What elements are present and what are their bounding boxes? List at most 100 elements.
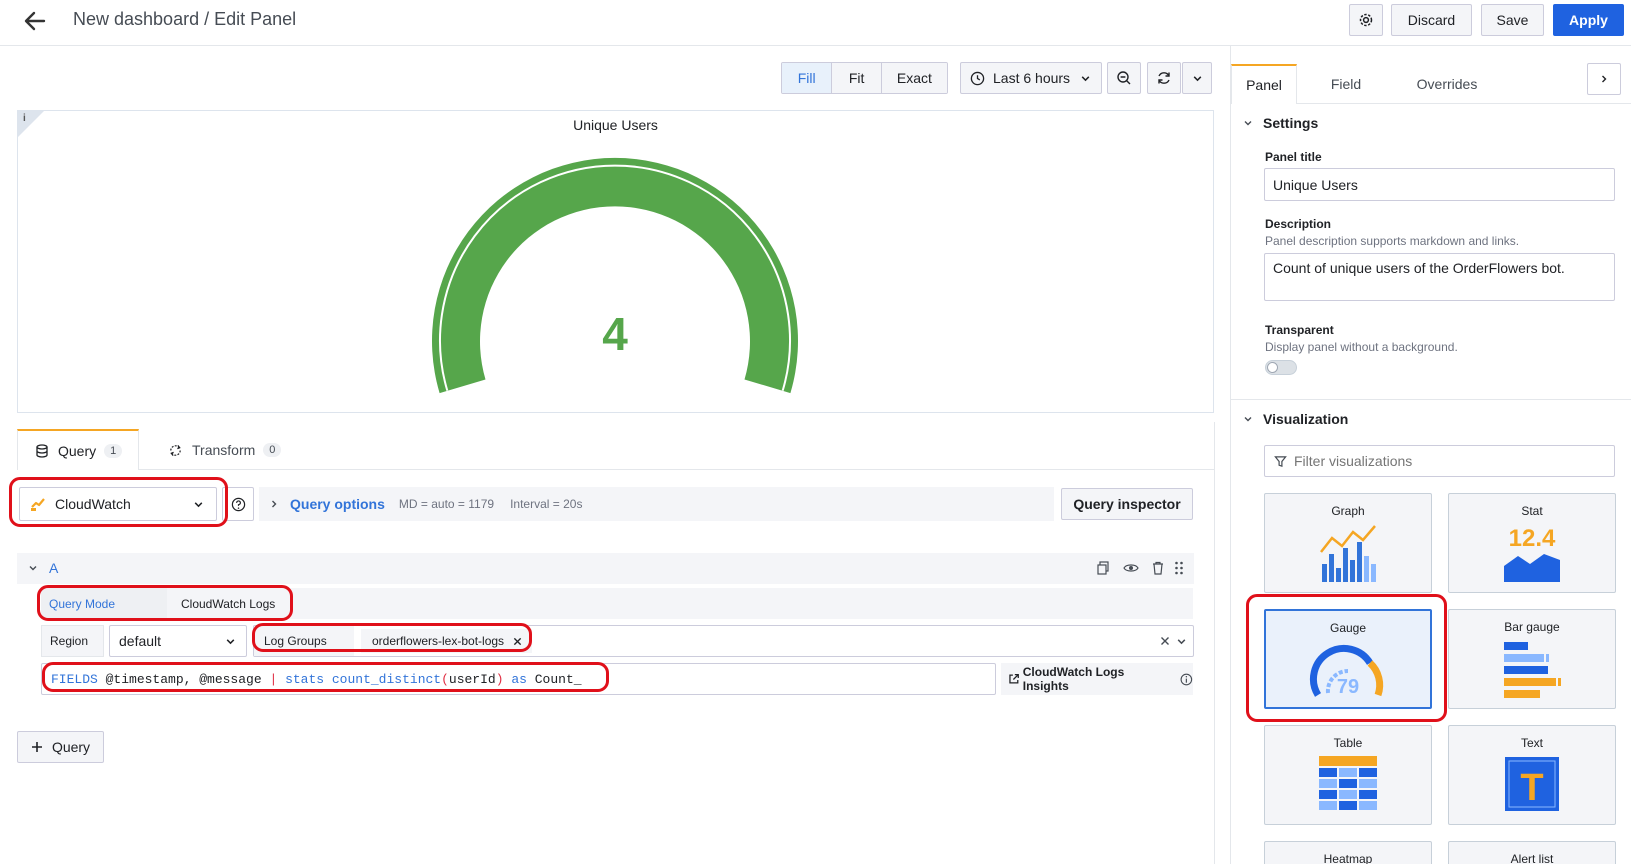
cloudwatch-insights-link[interactable]: CloudWatch Logs Insights bbox=[1001, 663, 1193, 695]
log-group-tag[interactable]: orderflowers-lex-bot-logs bbox=[361, 629, 533, 653]
dashboard-settings-button[interactable] bbox=[1349, 4, 1383, 36]
clear-icon[interactable] bbox=[1160, 636, 1170, 646]
gauge-viz-sample: 79 bbox=[1337, 676, 1359, 698]
tab-transform-count: 0 bbox=[263, 443, 282, 457]
chevron-right-icon bbox=[272, 500, 277, 508]
description-hint: Panel description supports markdown and … bbox=[1265, 234, 1520, 248]
viz-table-label: Table bbox=[1333, 736, 1363, 750]
settings-section-title[interactable]: Settings bbox=[1263, 115, 1318, 131]
query-options-bar[interactable]: Query options MD = auto = 1179 Interval … bbox=[259, 487, 1054, 521]
refresh-interval-dropdown[interactable] bbox=[1182, 62, 1212, 94]
viz-gauge-label: Gauge bbox=[1329, 621, 1367, 635]
discard-button[interactable]: Discard bbox=[1391, 4, 1472, 36]
viz-text[interactable]: Text T bbox=[1448, 725, 1616, 825]
duplicate-query-icon[interactable] bbox=[1096, 561, 1110, 575]
viz-graph-label: Graph bbox=[1331, 504, 1365, 518]
viz-gauge[interactable]: Gauge 79 bbox=[1264, 609, 1432, 709]
tab-panel[interactable]: Panel bbox=[1231, 64, 1297, 104]
description-textarea[interactable]: Count of unique users of the OrderFlower… bbox=[1264, 253, 1615, 301]
visualization-section-title[interactable]: Visualization bbox=[1263, 411, 1348, 427]
filter-visualizations[interactable] bbox=[1264, 445, 1615, 477]
trash-icon[interactable] bbox=[1151, 561, 1165, 575]
chevron-down-icon[interactable] bbox=[1243, 414, 1253, 424]
datasource-help-button[interactable] bbox=[222, 487, 254, 521]
zoom-out-button[interactable] bbox=[1107, 62, 1141, 94]
options-divider bbox=[1231, 399, 1631, 400]
editor-divider bbox=[1214, 422, 1215, 864]
description-label: Description bbox=[1265, 217, 1332, 231]
viz-table[interactable]: Table bbox=[1264, 725, 1432, 825]
viz-heatmap[interactable]: Heatmap bbox=[1264, 841, 1432, 864]
refresh-icon bbox=[1158, 72, 1170, 84]
display-mode-group: Fill Fit Exact bbox=[781, 62, 948, 94]
eye-icon[interactable] bbox=[1123, 561, 1139, 575]
database-icon bbox=[36, 443, 48, 458]
datasource-name: CloudWatch bbox=[55, 496, 131, 512]
viz-graph[interactable]: Graph bbox=[1264, 493, 1432, 593]
help-icon bbox=[231, 497, 245, 511]
toggle-knob bbox=[1267, 362, 1278, 373]
region-select[interactable]: default bbox=[109, 625, 247, 657]
display-mode-fill[interactable]: Fill bbox=[782, 63, 833, 93]
query-keyword-as: as bbox=[503, 671, 527, 687]
stat-viz-icon: 12.4 bbox=[1504, 525, 1560, 582]
query-text-field-name: userId bbox=[448, 671, 496, 687]
bar-gauge-viz-icon bbox=[1504, 642, 1561, 698]
info-circle-icon bbox=[1180, 673, 1193, 685]
tab-query[interactable]: Query 1 bbox=[17, 429, 139, 470]
filter-icon bbox=[1274, 455, 1287, 467]
viz-alert-list[interactable]: Alert list bbox=[1448, 841, 1616, 864]
panel-preview-title: Unique Users bbox=[573, 117, 658, 133]
drag-handle-icon[interactable] bbox=[1174, 561, 1184, 575]
save-button[interactable]: Save bbox=[1481, 4, 1544, 36]
stat-viz-sample: 12.4 bbox=[1509, 525, 1556, 552]
chevron-down-icon[interactable] bbox=[1176, 636, 1187, 647]
chevron-down-icon[interactable] bbox=[1243, 118, 1253, 128]
viz-stat-label: Stat bbox=[1521, 504, 1543, 518]
back-arrow-icon[interactable] bbox=[22, 8, 48, 34]
collapse-options-button[interactable] bbox=[1587, 63, 1621, 95]
gear-icon bbox=[1359, 13, 1373, 27]
tab-query-label: Query bbox=[58, 442, 97, 459]
chevron-right-icon bbox=[1602, 75, 1607, 83]
gauge-value: 4 bbox=[602, 308, 628, 360]
chevron-down-icon bbox=[1193, 75, 1201, 81]
query-options-interval: Interval = 20s bbox=[510, 497, 583, 511]
cloudwatch-icon bbox=[31, 498, 45, 511]
query-mode-value[interactable]: CloudWatch Logs bbox=[170, 588, 290, 619]
query-keyword-stats: stats count_distinct bbox=[277, 671, 442, 687]
query-inspector-button[interactable]: Query inspector bbox=[1061, 488, 1193, 520]
query-ref-id[interactable]: A bbox=[49, 560, 58, 576]
viz-bar-gauge[interactable]: Bar gauge bbox=[1448, 609, 1616, 709]
time-range-picker[interactable]: Last 6 hours bbox=[960, 62, 1102, 94]
viz-stat[interactable]: Stat 12.4 bbox=[1448, 493, 1616, 593]
query-options-md: MD = auto = 1179 bbox=[398, 497, 495, 511]
close-icon[interactable] bbox=[513, 637, 522, 646]
filter-visualizations-input[interactable] bbox=[1294, 453, 1594, 469]
tab-transform-label: Transform bbox=[192, 442, 256, 458]
region-label: Region bbox=[41, 625, 104, 657]
add-query-button[interactable]: Query bbox=[17, 731, 104, 763]
panel-title-input[interactable]: Unique Users bbox=[1264, 168, 1615, 201]
transparent-label: Transparent bbox=[1265, 323, 1334, 337]
tab-field[interactable]: Field bbox=[1316, 64, 1376, 104]
chevron-down-icon[interactable] bbox=[28, 563, 38, 573]
tab-query-count: 1 bbox=[104, 443, 123, 458]
query-editor[interactable]: FIELDS @timestamp, @message | stats coun… bbox=[41, 663, 996, 695]
datasource-picker[interactable]: CloudWatch bbox=[19, 487, 217, 521]
query-text-alias: Count_ bbox=[526, 671, 582, 687]
chevron-down-icon bbox=[194, 501, 203, 507]
tab-transform[interactable]: Transform 0 bbox=[168, 432, 282, 468]
clock-icon bbox=[970, 71, 985, 85]
display-mode-exact[interactable]: Exact bbox=[881, 63, 947, 93]
refresh-button[interactable] bbox=[1147, 62, 1181, 94]
table-viz-icon bbox=[1319, 756, 1377, 810]
display-mode-fit[interactable]: Fit bbox=[832, 63, 882, 93]
transparent-toggle[interactable] bbox=[1265, 360, 1297, 375]
apply-button[interactable]: Apply bbox=[1553, 4, 1624, 36]
tab-overrides[interactable]: Overrides bbox=[1397, 64, 1497, 104]
viz-text-label: Text bbox=[1520, 736, 1543, 750]
transparent-hint: Display panel without a background. bbox=[1265, 340, 1458, 354]
text-viz-sample: T bbox=[1520, 767, 1543, 809]
graph-viz-icon bbox=[1320, 525, 1376, 582]
